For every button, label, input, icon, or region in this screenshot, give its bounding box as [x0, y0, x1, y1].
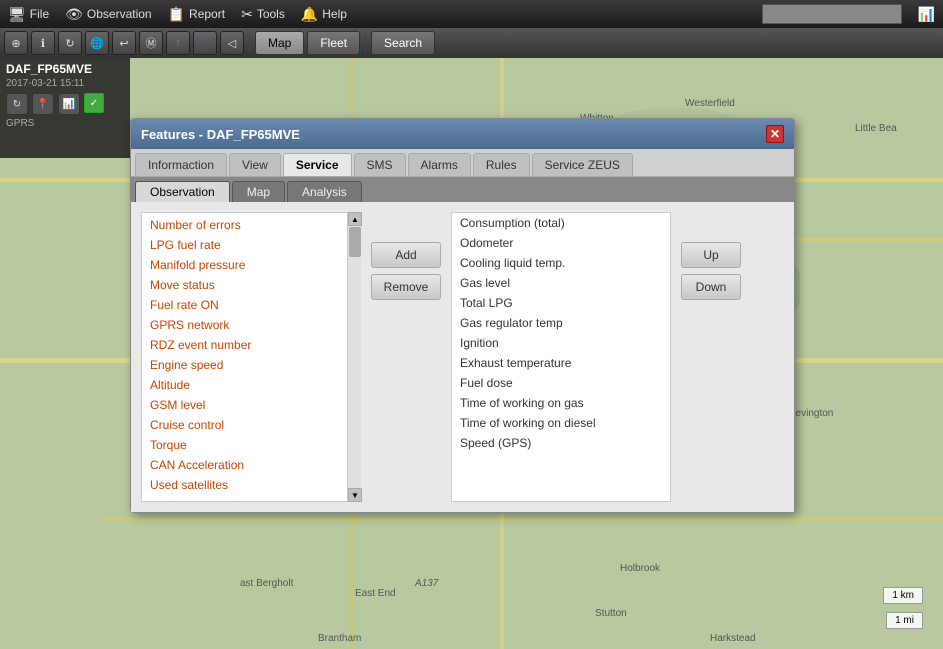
features-dialog: Features - DAF_FP65MVE ✕ Informaction Vi…	[130, 118, 795, 513]
tab-view[interactable]: View	[229, 153, 281, 176]
menu-report-label: Report	[189, 7, 225, 21]
chart-icon: 📊	[918, 6, 935, 23]
mid-buttons: Add Remove	[371, 212, 441, 502]
tool-btn-6[interactable]: Ⓜ	[139, 31, 163, 55]
left-list-item[interactable]: Altitude	[142, 375, 360, 395]
dialog-tabs1: Informaction View Service SMS Alarms Rul…	[131, 149, 794, 177]
toolbar-sep	[249, 33, 250, 53]
updown-buttons: Up Down	[681, 212, 741, 502]
tab-information[interactable]: Informaction	[135, 153, 227, 176]
left-scrollbar[interactable]: ▲ ▼	[347, 212, 361, 502]
dialog-titlebar: Features - DAF_FP65MVE ✕	[131, 119, 794, 149]
left-list-item[interactable]: Move status	[142, 275, 360, 295]
left-list-panel: Number of errorsLPG fuel rateManifold pr…	[141, 212, 361, 502]
tool-btn-1[interactable]: ⊕	[4, 31, 28, 55]
global-search-input[interactable]	[762, 4, 902, 24]
tab-service[interactable]: Service	[283, 153, 352, 176]
right-list-item[interactable]: Ignition	[452, 333, 670, 353]
left-list-item[interactable]: LPG fuel rate	[142, 235, 360, 255]
left-list-item[interactable]: Manifold pressure	[142, 255, 360, 275]
add-button[interactable]: Add	[371, 242, 441, 268]
tab-alarms[interactable]: Alarms	[408, 153, 471, 176]
left-list-item[interactable]: CAN Acceleration	[142, 455, 360, 475]
menu-help-label: Help	[322, 7, 347, 21]
menu-file[interactable]: 🖥 File	[8, 6, 49, 23]
right-list-item[interactable]: Odometer	[452, 233, 670, 253]
tab-rules[interactable]: Rules	[473, 153, 530, 176]
left-list-item[interactable]: RDZ event number	[142, 335, 360, 355]
right-list-item[interactable]: Fuel dose	[452, 373, 670, 393]
right-list-item[interactable]: Exhaust temperature	[452, 353, 670, 373]
tab-sms[interactable]: SMS	[354, 153, 406, 176]
tool-btn-4[interactable]: 🌐	[85, 31, 109, 55]
tool-btn-7[interactable]: ↑	[166, 31, 190, 55]
left-list-item[interactable]: Number of errors	[142, 215, 360, 235]
dialog-content: Number of errorsLPG fuel rateManifold pr…	[131, 202, 794, 512]
left-list-item[interactable]: GPRS network	[142, 315, 360, 335]
tab-service-zeus[interactable]: Service ZEUS	[532, 153, 633, 176]
left-list-item[interactable]: Torque	[142, 435, 360, 455]
tab-observation[interactable]: Observation	[135, 181, 230, 202]
menu-observation[interactable]: 👁 Observation	[65, 6, 151, 23]
tool-btn-8[interactable]: ↓	[193, 31, 217, 55]
dialog-tabs2: Observation Map Analysis	[131, 177, 794, 202]
right-list-item[interactable]: Time of working on diesel	[452, 413, 670, 433]
right-list-item[interactable]: Cooling liquid temp.	[452, 253, 670, 273]
right-list-item[interactable]: Total LPG	[452, 293, 670, 313]
menu-tools[interactable]: ✂ Tools	[241, 6, 285, 23]
left-list-item[interactable]: GSM level	[142, 395, 360, 415]
toolbar: ⊕ ℹ ↻ 🌐 ↩ Ⓜ ↑ ↓ ◁ Map Fleet Search	[0, 28, 943, 58]
menubar: 🖥 File 👁 Observation 📋 Report ✂ Tools 🔔 …	[0, 0, 943, 28]
tool-btn-5[interactable]: ↩	[112, 31, 136, 55]
scroll-down-btn[interactable]: ▼	[348, 488, 362, 502]
map-button[interactable]: Map	[255, 31, 304, 55]
left-list-item[interactable]: Engine speed	[142, 355, 360, 375]
tool-btn-2[interactable]: ℹ	[31, 31, 55, 55]
up-button[interactable]: Up	[681, 242, 741, 268]
tool-btn-9[interactable]: ◁	[220, 31, 244, 55]
toolbar-sep-2	[365, 33, 366, 53]
tab-analysis[interactable]: Analysis	[287, 181, 362, 202]
dialog-title: Features - DAF_FP65MVE	[141, 127, 300, 142]
remove-button[interactable]: Remove	[371, 274, 441, 300]
observation-icon: 👁	[65, 6, 83, 23]
left-list-item[interactable]: Cruise control	[142, 415, 360, 435]
scroll-thumb[interactable]	[349, 227, 361, 257]
menu-tools-label: Tools	[257, 7, 285, 21]
file-icon: 🖥	[8, 6, 26, 23]
left-list-container: Number of errorsLPG fuel rateManifold pr…	[141, 212, 361, 502]
menu-report[interactable]: 📋 Report	[168, 6, 225, 23]
tool-btn-3[interactable]: ↻	[58, 31, 82, 55]
tab-map[interactable]: Map	[232, 181, 285, 202]
right-list-item[interactable]: Gas regulator temp	[452, 313, 670, 333]
report-icon: 📋	[168, 6, 185, 23]
menu-help[interactable]: 🔔 Help	[301, 6, 347, 23]
search-button[interactable]: Search	[371, 31, 435, 55]
help-icon: 🔔	[301, 6, 318, 23]
right-list-panel: Consumption (total)OdometerCooling liqui…	[451, 212, 671, 502]
tools-icon: ✂	[241, 6, 253, 23]
dialog-overlay: Features - DAF_FP65MVE ✕ Informaction Vi…	[0, 58, 943, 649]
menu-file-label: File	[30, 7, 49, 21]
scroll-track	[348, 226, 361, 488]
right-list-item[interactable]: Gas level	[452, 273, 670, 293]
left-list-item[interactable]: Used satellites	[142, 475, 360, 495]
left-list-item[interactable]: Fuel rate ON	[142, 295, 360, 315]
right-list-item[interactable]: Speed (GPS)	[452, 433, 670, 453]
scroll-up-btn[interactable]: ▲	[348, 212, 362, 226]
right-list-item[interactable]: Consumption (total)	[452, 213, 670, 233]
right-list-item[interactable]: Time of working on gas	[452, 393, 670, 413]
dialog-close-button[interactable]: ✕	[766, 125, 784, 143]
left-list-items: Number of errorsLPG fuel rateManifold pr…	[142, 213, 360, 497]
menu-observation-label: Observation	[87, 7, 152, 21]
fleet-button[interactable]: Fleet	[307, 31, 360, 55]
down-button[interactable]: Down	[681, 274, 741, 300]
